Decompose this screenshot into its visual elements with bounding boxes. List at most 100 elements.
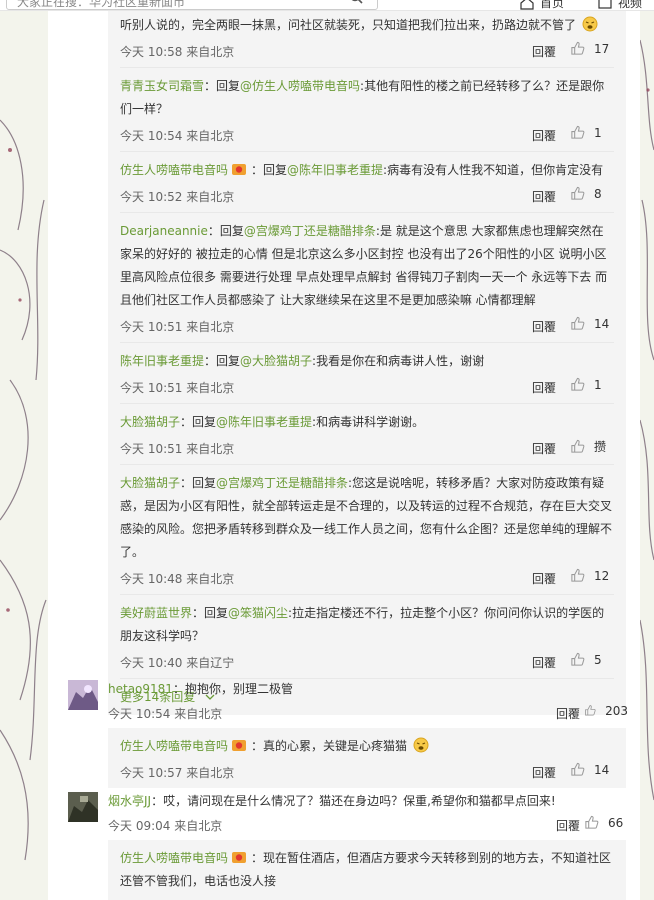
home-icon [520,0,534,10]
like-button[interactable]: 5 [570,652,614,667]
comment-time: 今天 09:04 来自北京 [108,819,223,833]
like-count: 5 [594,652,602,667]
reply-button[interactable]: 回覆 [532,440,556,457]
like-button[interactable]: 17 [570,41,614,56]
reply-username[interactable]: 仿生人唠嗑带电音吗 [120,739,228,753]
reply-button[interactable]: 回覆 [532,654,556,671]
mention-link[interactable]: @陈年旧事老重提 [287,163,383,177]
like-count: 66 [608,815,624,830]
reply-username[interactable]: 青青玉女司霜雪 [120,79,204,93]
reply-prefix: ：回复 [192,606,229,620]
like-count: 攒 [594,440,607,454]
comment-username[interactable]: 烟水亭JJ [108,794,151,808]
reply-button[interactable]: 回覆 [532,318,556,335]
comments-panel: 听别人说的，完全两眼一抹黑，问社区就装死，只知道把我们拉出来，扔路边就不管了 今… [48,0,640,900]
reply-item: 青青玉女司霜雪：回复@仿生人唠嗑带电音吗:其他有阳性的楼之前已经转移了么？还是跟… [120,68,614,152]
reply-button[interactable]: 回覆 [532,570,556,587]
reply-username[interactable]: 仿生人唠嗑带电音吗 [120,851,228,865]
reply-text: 仿生人唠嗑带电音吗 ：真的心累，关键是心疼猫猫 [120,735,614,758]
search-input[interactable]: 大家正在搜：华为社区重新面市 [6,0,378,10]
reply-username[interactable]: 陈年旧事老重提 [120,354,204,368]
nested-replies: 听别人说的，完全两眼一抹黑，问社区就装死，只知道把我们拉出来，扔路边就不管了 今… [108,10,626,715]
tired-face-icon [413,737,429,753]
reply-username[interactable]: 仿生人唠嗑带电音吗 [120,163,228,177]
like-button[interactable]: 攒 [570,438,614,455]
reply-item: 大脸猫胡子：回复@陈年旧事老重提:和病毒讲科学谢谢。 今天 10:51 来自北京… [120,404,614,465]
reply-time: 今天 10:40 来自辽宁 [120,656,235,670]
reply-text: 仿生人唠嗑带电音吗 ：回复@陈年旧事老重提:病毒有没有人性我不知道，但你肯定没有 [120,159,614,182]
reply-button[interactable]: 回覆 [532,188,556,205]
like-button[interactable]: 1 [570,377,614,392]
reply-time: 今天 10:52 来自北京 [120,190,235,204]
reply-prefix: ：回复 [180,415,217,429]
reply-button[interactable]: 回覆 [556,705,580,722]
reply-username[interactable]: 大脸猫胡子 [120,476,180,490]
reply-meta: 今天 10:40 来自辽宁 回覆 5 [120,650,614,672]
mention-link[interactable]: @陈年旧事老重提 [216,415,312,429]
comment-meta: 今天 09:04 来自北京 回覆 66 [108,813,638,835]
like-count: 203 [605,703,628,718]
mention-link[interactable]: @笨猫闪尘 [228,606,288,620]
reply-meta: 今天 10:51 来自北京 回覆 攒 [120,436,614,458]
reply-username[interactable]: 美好蔚蓝世界 [120,606,192,620]
reply-content: :我看是你在和病毒讲人性，谢谢 [312,354,485,368]
nested-replies: 仿生人唠嗑带电音吗 ：真的心累，关键是心疼猫猫 今天 10:57 来自北京 回覆 … [108,728,626,788]
nav-video[interactable]: 视频 [598,0,642,11]
video-icon [598,0,612,9]
top-navbar: 大家正在搜：华为社区重新面市 首页 视频 [0,0,654,11]
mention-link[interactable]: @大脸猫胡子 [240,354,312,368]
emoji-badge-icon [232,740,247,751]
reply-meta: 今天 10:52 来自北京 回覆 8 [120,184,614,206]
mention-link[interactable]: @宫爆鸡丁还是糖醋排条 [244,224,376,238]
reply-content: ：真的心累，关键是心疼猫猫 [251,739,408,753]
like-button[interactable]: 203 [584,703,628,718]
like-count: 1 [594,377,602,392]
mention-link[interactable]: @仿生人唠嗑带电音吗 [240,79,360,93]
reply-button[interactable]: 回覆 [532,764,556,781]
comment-username[interactable]: hetao9181 [108,682,173,696]
reply-time: 今天 10:48 来自北京 [120,572,235,586]
reply-text: 大脸猫胡子：回复@宫爆鸡丁还是糖醋排条:您这是说啥呢，转移矛盾？大家对防疫政策有… [120,472,614,564]
reply-time: 今天 10:51 来自北京 [120,442,235,456]
nav-home[interactable]: 首页 [520,0,564,11]
reply-text: 大脸猫胡子：回复@陈年旧事老重提:和病毒讲科学谢谢。 [120,411,614,434]
reply-time: 今天 10:54 来自北京 [120,129,235,143]
search-icon[interactable] [349,0,363,4]
reply-text: 美好蔚蓝世界：回复@笨猫闪尘:拉走指定楼还不行，拉走整个小区？你问问你认识的学医… [120,602,614,648]
reply-username[interactable]: 大脸猫胡子 [120,415,180,429]
reply-text: Dearjaneannie：回复@宫爆鸡丁还是糖醋排条:是 就是这个意思 大家都… [120,220,614,312]
reply-prefix: ：回复 [180,476,217,490]
reply-text: 听别人说的，完全两眼一抹黑，问社区就装死，只知道把我们拉出来，扔路边就不管了 [120,14,614,37]
like-button[interactable]: 8 [570,186,614,201]
thumbs-up-icon [571,439,585,453]
reply-meta: 今天 10:58 来自北京 回覆 17 [120,39,614,61]
thumbs-up-icon [571,316,585,330]
like-button[interactable]: 14 [570,316,614,331]
reply-meta: 今天 10:51 来自北京 回覆 1 [120,375,614,397]
like-count: 12 [594,568,610,583]
thumbs-up-icon [585,705,596,716]
reply-meta: 今天 10:57 来自北京 回覆 14 [120,760,614,782]
reply-prefix: ：回复 [204,79,241,93]
reply-item: 美好蔚蓝世界：回复@笨猫闪尘:拉走指定楼还不行，拉走整个小区？你问问你认识的学医… [120,595,614,679]
reply-username[interactable]: Dearjaneannie [120,224,208,238]
thumbs-up-icon [571,568,585,582]
reply-button[interactable]: 回覆 [532,43,556,60]
like-button[interactable]: 12 [570,568,614,583]
mention-link[interactable]: @宫爆鸡丁还是糖醋排条 [216,476,348,490]
like-button[interactable]: 14 [570,762,614,777]
reply-button[interactable]: 回覆 [532,379,556,396]
comment-time: 今天 10:54 来自北京 [108,707,223,721]
thumbs-up-icon [571,377,585,391]
thumbs-up-icon [571,762,585,776]
reply-button[interactable]: 回覆 [556,817,580,834]
comment-content: ：抱抱你，别理二极管 [172,682,293,696]
avatar[interactable] [68,680,98,710]
avatar[interactable] [68,792,98,822]
like-count: 17 [594,41,610,56]
like-button[interactable]: 1 [570,125,614,140]
like-button[interactable]: 66 [584,815,628,830]
nested-replies: 仿生人唠嗑带电音吗 ：现在暂住酒店，但酒店方要求今天转移到别的地方去，不知道社区还… [108,840,626,900]
comment-meta: 今天 10:54 来自北京 回覆 203 [108,701,638,723]
reply-button[interactable]: 回覆 [532,127,556,144]
